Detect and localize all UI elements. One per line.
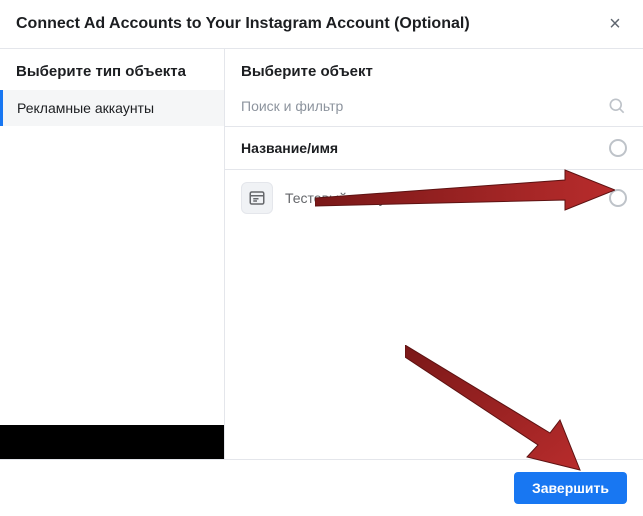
sidebar: Выберите тип объекта Рекламные аккаунты (0, 49, 225, 465)
column-header-label: Название/имя (241, 140, 338, 156)
sidebar-item-ad-accounts[interactable]: Рекламные аккаунты (0, 90, 224, 126)
search-icon (607, 96, 627, 116)
dialog-footer: Завершить (0, 459, 643, 516)
account-icon (241, 182, 273, 214)
sidebar-title: Выберите тип объекта (0, 49, 224, 90)
dialog-content: Выберите тип объекта Рекламные аккаунты … (0, 49, 643, 465)
search-input[interactable] (241, 98, 607, 114)
account-row-label: Тестовый аккаунт 2 (285, 190, 609, 206)
close-button[interactable]: × (603, 12, 627, 36)
column-header: Название/имя (225, 127, 643, 170)
dialog-title: Connect Ad Accounts to Your Instagram Ac… (16, 15, 470, 33)
main-title: Выберите объект (225, 49, 643, 90)
sidebar-item-label: Рекламные аккаунты (17, 100, 154, 116)
search-row (225, 90, 643, 127)
dialog-header: Connect Ad Accounts to Your Instagram Ac… (0, 0, 643, 49)
finish-button[interactable]: Завершить (514, 472, 627, 504)
close-icon: × (609, 13, 621, 36)
account-row[interactable]: Тестовый аккаунт 2 (225, 170, 643, 226)
account-row-radio[interactable] (609, 189, 627, 207)
main-panel: Выберите объект Название/имя Тестовый (225, 49, 643, 465)
select-all-radio[interactable] (609, 139, 627, 157)
